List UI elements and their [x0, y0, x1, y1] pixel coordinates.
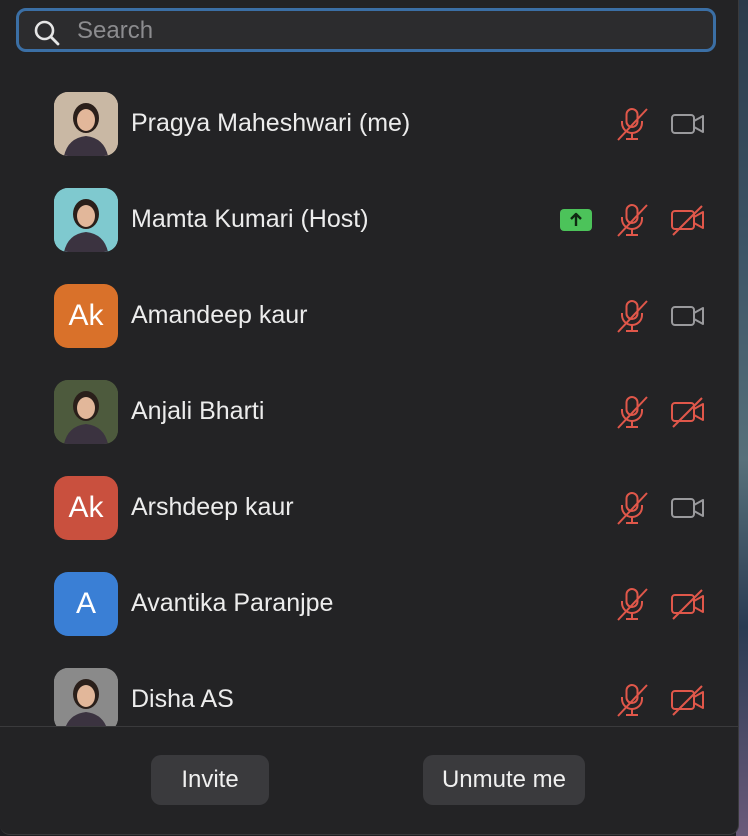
- participants-panel: Pragya Maheshwari (me) Mamta Kumari (Host…: [0, 0, 739, 835]
- participant-list[interactable]: Pragya Maheshwari (me) Mamta Kumari (Host…: [0, 76, 738, 726]
- video-off-icon[interactable]: [670, 394, 706, 430]
- participant-row[interactable]: Anjali Bharti: [0, 364, 738, 460]
- avatar-initials: Ak: [54, 476, 118, 540]
- microphone-muted-icon[interactable]: [614, 394, 650, 430]
- video-off-icon[interactable]: [670, 682, 706, 718]
- participant-row[interactable]: A Avantika Paranjpe: [0, 556, 738, 652]
- microphone-muted-icon[interactable]: [614, 490, 650, 526]
- invite-button[interactable]: Invite: [151, 755, 269, 805]
- participant-name: Arshdeep kaur: [131, 493, 294, 521]
- video-off-icon[interactable]: [670, 586, 706, 622]
- avatar-initials: Ak: [54, 284, 118, 348]
- search-icon: [34, 20, 60, 46]
- microphone-muted-icon[interactable]: [614, 298, 650, 334]
- search-input[interactable]: [75, 15, 699, 47]
- video-off-icon[interactable]: [670, 202, 706, 238]
- participant-name: Amandeep kaur: [131, 301, 308, 329]
- participant-name: Disha AS: [131, 685, 234, 713]
- participant-name: Avantika Paranjpe: [131, 589, 334, 617]
- screen-share-icon: [560, 209, 592, 231]
- microphone-muted-icon[interactable]: [614, 682, 650, 718]
- participant-name: Pragya Maheshwari (me): [131, 109, 411, 137]
- video-camera-icon[interactable]: [670, 298, 706, 334]
- avatar-initials: A: [54, 572, 118, 636]
- panel-footer: Invite Unmute me: [0, 726, 738, 834]
- avatar-photo: [54, 380, 118, 444]
- participant-row[interactable]: Ak Arshdeep kaur: [0, 460, 738, 556]
- video-camera-icon[interactable]: [670, 106, 706, 142]
- participant-row[interactable]: Disha AS: [0, 652, 738, 726]
- search-box[interactable]: [16, 8, 716, 52]
- unmute-me-button[interactable]: Unmute me: [423, 755, 585, 805]
- participant-row[interactable]: Pragya Maheshwari (me): [0, 76, 738, 172]
- participant-row[interactable]: Mamta Kumari (Host): [0, 172, 738, 268]
- microphone-muted-icon[interactable]: [614, 586, 650, 622]
- avatar-photo: [54, 188, 118, 252]
- microphone-muted-icon[interactable]: [614, 106, 650, 142]
- participant-row[interactable]: Ak Amandeep kaur: [0, 268, 738, 364]
- avatar-photo: [54, 668, 118, 726]
- participant-name: Anjali Bharti: [131, 397, 265, 425]
- video-camera-icon[interactable]: [670, 490, 706, 526]
- participant-name: Mamta Kumari (Host): [131, 205, 369, 233]
- avatar-photo: [54, 92, 118, 156]
- microphone-muted-icon[interactable]: [614, 202, 650, 238]
